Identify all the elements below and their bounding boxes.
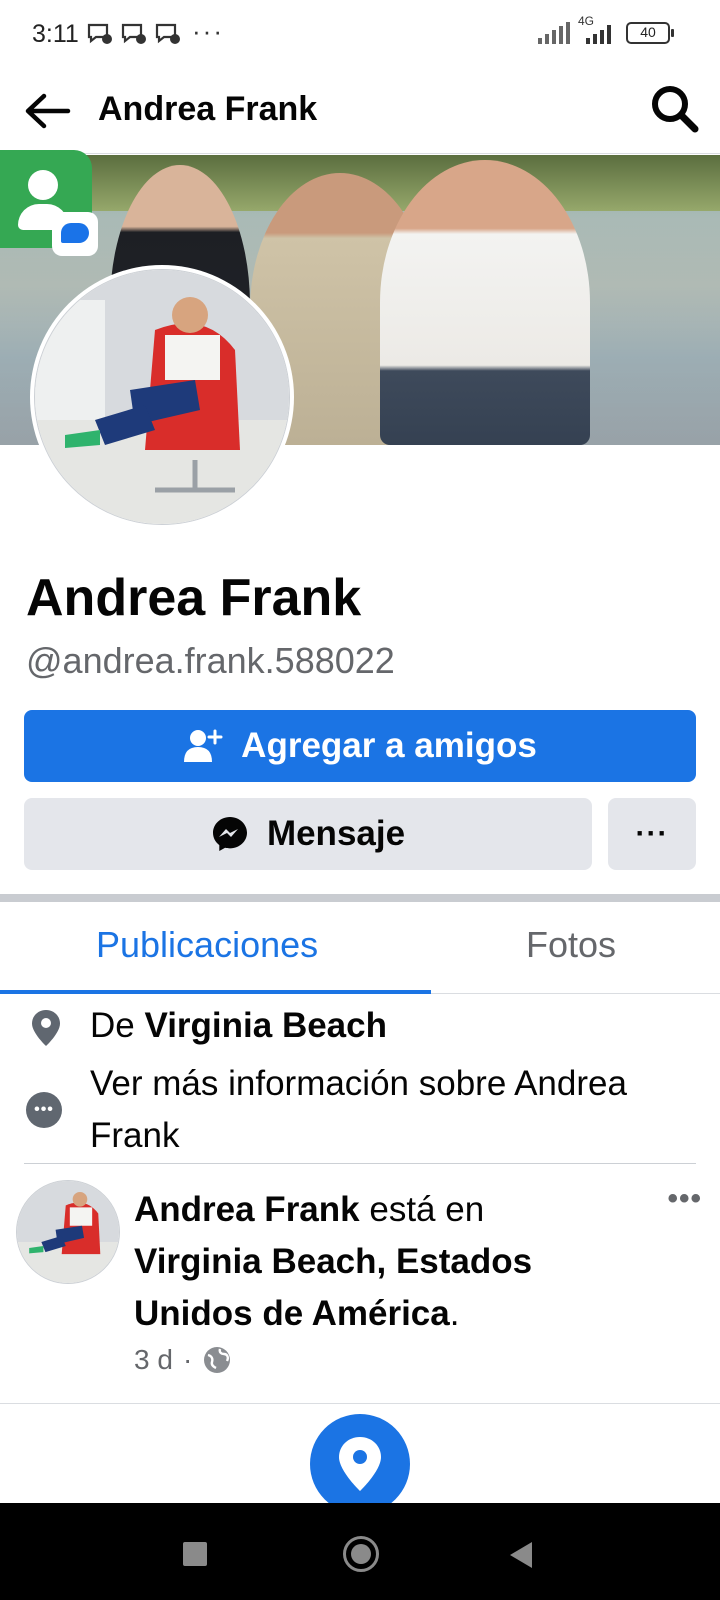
chat-notification-icon	[121, 23, 146, 44]
chat-notification-icon	[87, 23, 112, 44]
message-label: Mensaje	[266, 814, 406, 853]
post-end: .	[449, 1294, 460, 1333]
page-title: Andrea Frank	[98, 90, 318, 128]
post-author-avatar[interactable]	[16, 1180, 120, 1284]
back-arrow-icon[interactable]	[22, 88, 72, 134]
signal-icon	[538, 22, 570, 44]
add-friend-label: Agregar a amigos	[241, 726, 537, 765]
location-map-button[interactable]	[310, 1414, 410, 1514]
post-place[interactable]: Virginia Beach, Estados Unidos de Améric…	[134, 1242, 532, 1333]
tab-fotos[interactable]: Fotos	[526, 924, 616, 966]
intro-see-more-text: Ver más información sobre Andrea Frank	[90, 1064, 627, 1155]
profile-username: @andrea.frank.588022	[26, 640, 395, 681]
post-verb: está en	[369, 1190, 485, 1229]
message-button[interactable]: Mensaje	[24, 798, 592, 870]
intro-from-prefix: De	[90, 1006, 135, 1045]
active-tab-indicator	[0, 990, 431, 994]
home-icon[interactable]	[343, 1536, 379, 1572]
profile-avatar-image	[34, 269, 290, 525]
cover-person	[380, 160, 590, 445]
signal-4g-icon: 4G	[576, 14, 616, 44]
intro-from-place[interactable]: Virginia Beach	[144, 1006, 387, 1045]
post-more-options[interactable]: •••	[667, 1182, 702, 1216]
notification-icons	[86, 22, 182, 46]
add-person-icon	[184, 729, 223, 762]
contact-app-badge[interactable]	[0, 150, 98, 256]
tab-publicaciones[interactable]: Publicaciones	[96, 924, 318, 966]
search-icon[interactable]	[646, 80, 704, 138]
system-navigation-bar	[0, 1503, 720, 1600]
battery-indicator: 40	[626, 22, 674, 44]
section-divider	[0, 894, 720, 902]
signal-indicators: 4G	[538, 14, 616, 44]
location-pin-icon	[32, 1010, 60, 1046]
profile-name: Andrea Frank	[26, 569, 362, 627]
system-back-icon[interactable]	[510, 1542, 532, 1568]
profile-tabs: Publicaciones Fotos	[0, 902, 720, 994]
post-meta-separator: ·	[182, 1344, 193, 1375]
post-meta: 3 d ·	[134, 1344, 232, 1376]
more-options-button[interactable]: ···	[608, 798, 696, 870]
intro-hometown[interactable]: De Virginia Beach	[24, 1004, 704, 1054]
recent-apps-icon[interactable]	[183, 1542, 207, 1566]
profile-picture[interactable]	[30, 265, 294, 529]
messenger-icon	[212, 817, 247, 851]
map-pin-icon	[339, 1437, 381, 1491]
chat-notification-icon	[155, 23, 180, 44]
add-friend-button[interactable]: Agregar a amigos	[24, 710, 696, 782]
messages-bubble-icon	[52, 212, 98, 256]
contact-head-shape	[28, 170, 58, 200]
post-author-name[interactable]: Andrea Frank	[134, 1190, 360, 1229]
status-bar: 3:11 ··· 4G 40	[0, 0, 720, 70]
globe-icon	[204, 1347, 231, 1373]
status-time: 3:11	[32, 20, 79, 48]
feed-post: Andrea Frank está en Virginia Beach, Est…	[0, 1164, 720, 1404]
top-app-bar: Andrea Frank	[0, 70, 720, 154]
intro-see-more[interactable]: ••• Ver más información sobre Andrea Fra…	[24, 1058, 704, 1162]
intro-hometown-text: De Virginia Beach	[90, 1006, 387, 1046]
status-more-icon: ···	[192, 16, 224, 46]
more-options-label: ···	[635, 817, 669, 850]
more-info-icon: •••	[26, 1092, 62, 1128]
post-header-text: Andrea Frank está en Virginia Beach, Est…	[134, 1184, 614, 1340]
post-timestamp[interactable]: 3 d	[134, 1344, 173, 1376]
